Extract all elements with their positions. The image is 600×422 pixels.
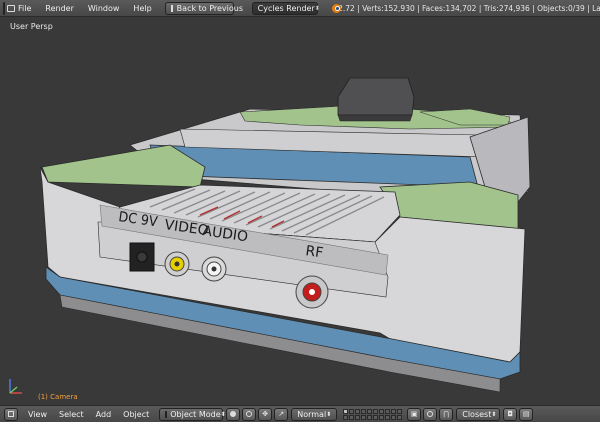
console-model: DC 9V VIDEO AUDIO RF [39,77,531,393]
snap-target-select[interactable]: Closest ⬍ [456,407,501,421]
3d-view-header: View Select Add Object Object Mode ⬍ ✥ ↗… [0,405,600,422]
scene-statistics: v2.72 | Verts:152,930 | Faces:134,702 | … [333,3,600,13]
interaction-mode-select[interactable]: Object Mode ⬍ [159,407,226,421]
arrow-icon: ↗ [278,410,285,418]
proportional-icon [427,411,434,417]
pivot-icon [246,411,253,417]
layer-buttons[interactable] [343,408,403,420]
menu-object[interactable]: Object [117,410,155,419]
render-engine-select[interactable]: Cycles Render ⬍ [251,1,320,15]
back-to-previous-button[interactable]: Back to Previous [164,1,243,15]
3d-viewport[interactable]: User Persp DC 9V VIDEO AUDIO RF (1) Came… [0,17,600,405]
solid-shading-icon [230,411,237,417]
back-to-previous-label: Back to Previous [176,3,244,13]
render-preview-button[interactable]: ◘ [503,407,518,421]
render-icon: ▤ [522,410,530,418]
updown-arrows-icon: ⬍ [326,410,332,418]
info-editor-icon [7,4,15,12]
menu-render[interactable]: Render [38,4,80,13]
updown-arrows-icon: ⬍ [220,410,226,418]
axis-gizmo-icon [9,379,22,394]
info-header: File Render Window Help Back to Previous… [0,0,600,17]
manipulator-toggle[interactable]: ✥ [258,407,273,421]
active-object-label: (1) Camera [38,393,78,401]
opengl-render-button[interactable]: ▤ [519,407,534,421]
shading-select[interactable] [226,407,241,421]
screen-icon [170,4,173,12]
editor-type-3dview-button[interactable] [4,407,18,421]
updown-arrows-icon: ⬍ [314,4,320,12]
menu-file[interactable]: File [11,4,38,13]
proportional-edit-button[interactable] [423,407,438,421]
pivot-select[interactable] [242,407,257,421]
menu-window[interactable]: Window [81,4,127,13]
camera-icon: ◘ [507,410,513,418]
object-mode-icon [165,410,168,418]
menu-add[interactable]: Add [90,410,118,419]
lock-camera-button[interactable]: ▣ [407,407,422,421]
magnet-icon: ⋂ [443,410,450,418]
transform-orientation-value: Normal [297,409,327,419]
render-engine-value: Cycles Render [257,3,315,13]
translate-manipulator[interactable]: ↗ [274,407,289,421]
snap-target-value: Closest [462,409,492,419]
view3d-icon [8,411,14,417]
view3d-menu: View Select Add Object [22,410,155,419]
interaction-mode-value: Object Mode [170,409,221,419]
editor-type-button[interactable] [3,1,15,15]
snap-toggle[interactable]: ⋂ [439,407,454,421]
menu-help[interactable]: Help [126,4,158,13]
menu-select[interactable]: Select [53,410,90,419]
lock-icon: ▣ [410,410,418,418]
top-menu: File Render Window Help [11,4,159,13]
transform-orientation-select[interactable]: Normal ⬍ [291,407,338,421]
manipulator-icon: ✥ [262,410,269,418]
menu-view[interactable]: View [22,410,53,419]
updown-arrows-icon: ⬍ [491,410,497,418]
label-rf: RF [304,243,324,261]
